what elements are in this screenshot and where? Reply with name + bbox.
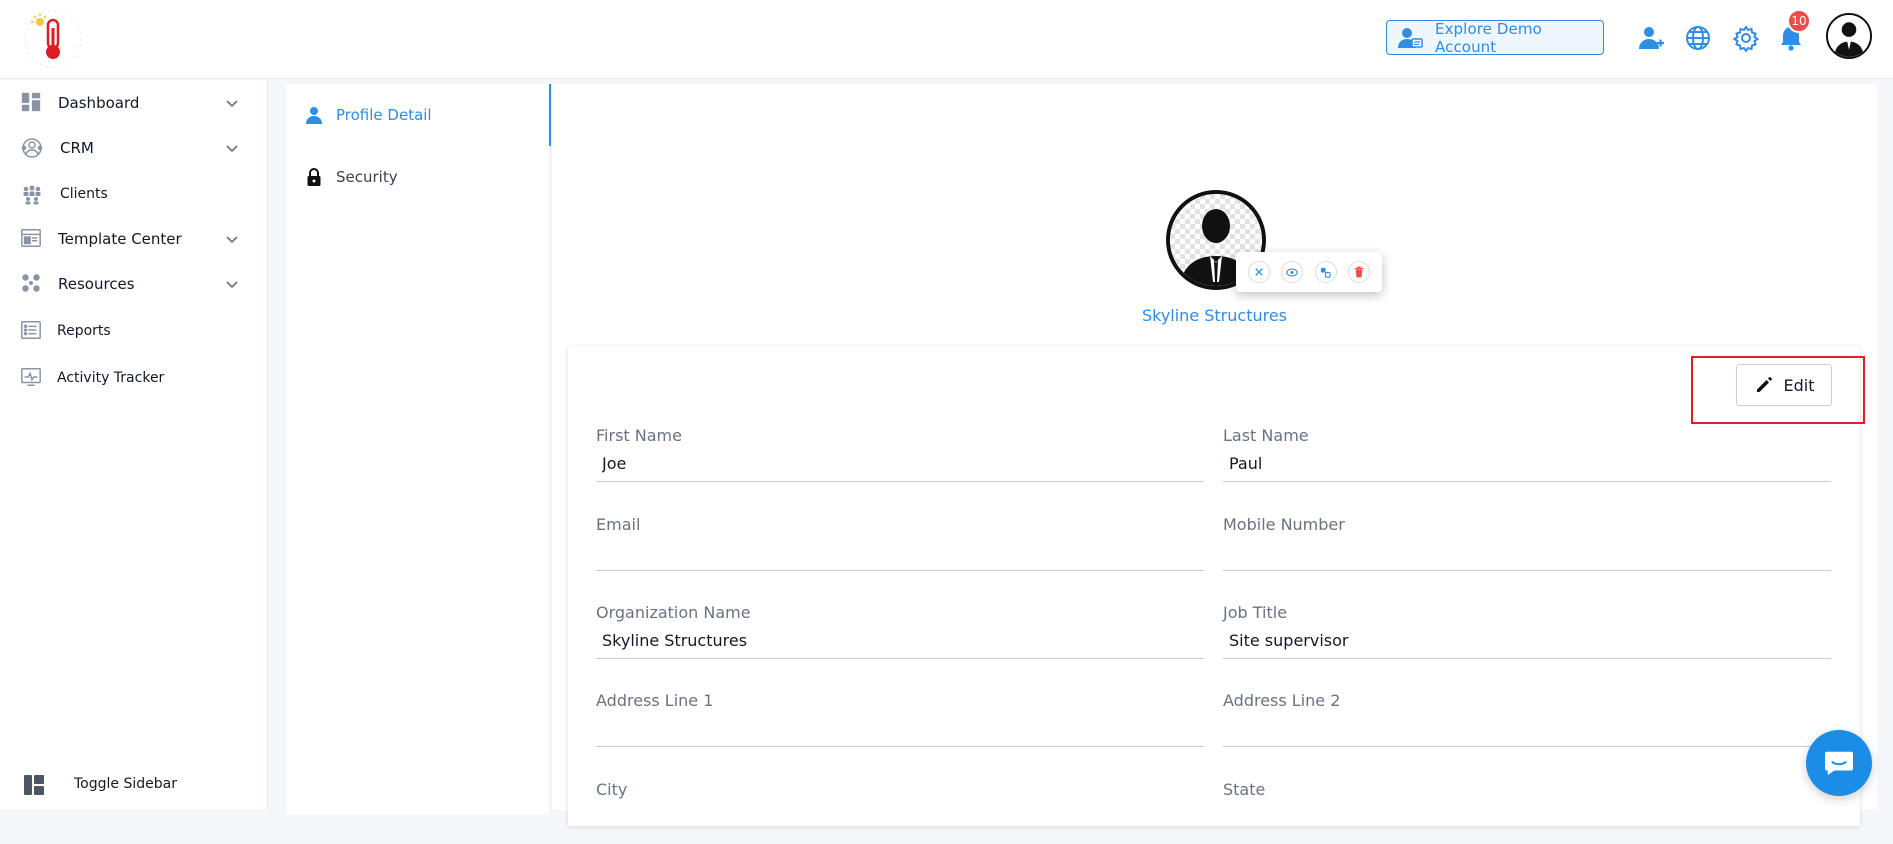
first-name-input[interactable] [596, 446, 1204, 482]
activity-icon [20, 366, 44, 390]
chevron-down-icon [224, 276, 240, 292]
mobile-number-field: Mobile Number [1223, 515, 1831, 579]
job-title-field: Job Title [1223, 603, 1831, 667]
city-field: City [596, 780, 1204, 844]
email-input[interactable] [596, 535, 1204, 571]
tab-profile-detail[interactable]: Profile Detail [304, 100, 432, 130]
mobile-number-input[interactable] [1223, 535, 1831, 571]
sidebar-item-label: Template Center [58, 230, 182, 248]
dashboard-icon [20, 91, 44, 115]
sidebar-item-label: Clients [60, 186, 108, 202]
demo-button-label: Explore Demo Account [1435, 19, 1542, 56]
sidebar-item-label: Dashboard [58, 94, 140, 112]
clients-icon [20, 182, 44, 206]
tab-security[interactable]: Security [304, 162, 398, 192]
thermometer-logo[interactable] [22, 8, 84, 70]
eye-icon[interactable] [1281, 261, 1304, 283]
close-icon[interactable] [1247, 261, 1270, 283]
toggle-sidebar-label: Toggle Sidebar [74, 776, 177, 792]
gear-icon[interactable] [1732, 24, 1760, 52]
chevron-down-icon [224, 140, 240, 156]
field-label: Address Line 1 [596, 691, 714, 710]
user-icon [304, 105, 324, 125]
sidebar-item-resources[interactable]: Resources [0, 264, 268, 304]
address-line-2-field: Address Line 2 [1223, 691, 1831, 755]
last-name-input[interactable] [1223, 446, 1831, 482]
sidebar-item-reports[interactable]: Reports [0, 311, 268, 351]
address-line-2-input[interactable] [1223, 711, 1831, 747]
field-label: Last Name [1223, 426, 1309, 445]
trash-icon[interactable] [1348, 261, 1371, 283]
field-label: City [596, 780, 628, 799]
field-label: Email [596, 515, 641, 534]
globe-icon[interactable] [1684, 24, 1712, 52]
chat-widget-button[interactable] [1806, 730, 1872, 796]
resources-icon [20, 272, 44, 296]
field-label: Address Line 2 [1223, 691, 1341, 710]
explore-demo-account-button[interactable]: Explore Demo Account [1386, 19, 1604, 56]
tab-label: Profile Detail [336, 106, 432, 124]
lock-icon [304, 167, 324, 187]
sidebar-item-dashboard[interactable]: Dashboard [0, 83, 268, 123]
notification-badge: 10 [1787, 9, 1811, 33]
template-icon [20, 227, 44, 251]
chat-icon [1823, 749, 1855, 777]
sidebar-item-clients[interactable]: Clients [0, 174, 268, 214]
crm-icon [20, 136, 44, 160]
organization-name-input[interactable] [596, 623, 1204, 659]
field-label: Mobile Number [1223, 515, 1345, 534]
field-label: First Name [596, 426, 682, 445]
job-title-input[interactable] [1223, 623, 1831, 659]
tab-label: Security [336, 168, 398, 186]
profile-organization-name: Skyline Structures [1141, 306, 1288, 325]
field-label: State [1223, 780, 1266, 799]
profile-form-card: Edit First Name Last Name Email Mobile N… [568, 346, 1865, 826]
replace-image-icon[interactable] [1314, 261, 1337, 283]
sidebar-item-activity-tracker[interactable]: Activity Tracker [0, 358, 268, 398]
reports-icon [20, 319, 44, 343]
email-field: Email [596, 515, 1204, 579]
organization-name-field: Organization Name [596, 603, 1204, 667]
edit-button[interactable]: Edit [1736, 364, 1832, 406]
first-name-field: First Name [596, 426, 1204, 490]
field-label: Job Title [1223, 603, 1288, 622]
top-bar: Explore Demo Account 10 [0, 0, 1893, 79]
sidebar-item-label: Reports [57, 323, 111, 339]
state-field: State [1223, 780, 1831, 844]
sidebar-item-template-center[interactable]: Template Center [0, 219, 268, 259]
edit-label: Edit [1783, 375, 1815, 395]
sidebar-item-crm[interactable]: CRM [0, 128, 268, 168]
user-avatar[interactable] [1826, 13, 1872, 59]
toggle-sidebar-button[interactable]: Toggle Sidebar [0, 766, 268, 806]
demo-user-icon [1397, 26, 1423, 50]
sidebar-item-label: Activity Tracker [57, 370, 165, 386]
last-name-field: Last Name [1223, 426, 1831, 490]
avatar-toolbar [1236, 252, 1382, 292]
address-line-1-input[interactable] [596, 711, 1204, 747]
chevron-down-icon [224, 231, 240, 247]
add-user-icon[interactable] [1637, 24, 1665, 52]
profile-main: Skyline Structures Edit First Name Last … [552, 84, 1877, 826]
settings-nav: Profile Detail Security [286, 84, 551, 814]
chevron-down-icon [224, 95, 240, 111]
sidebar: Dashboard CRM Clients Template Center Re… [0, 80, 268, 810]
pencil-icon [1754, 375, 1774, 395]
field-label: Organization Name [596, 603, 751, 622]
sidebar-item-label: CRM [60, 139, 94, 157]
sidebar-item-label: Resources [58, 275, 135, 293]
active-tab-indicator [549, 84, 551, 146]
sidebar-layout-icon [23, 774, 45, 796]
address-line-1-field: Address Line 1 [596, 691, 1204, 755]
